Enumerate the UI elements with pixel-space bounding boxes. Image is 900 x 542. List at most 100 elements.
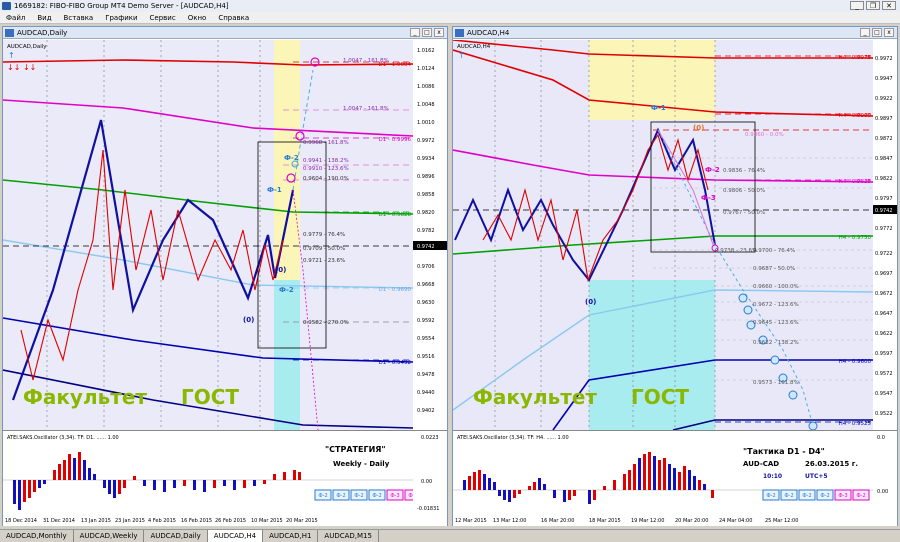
menu-insert[interactable]: Вставка xyxy=(58,12,100,23)
chart-caption-text: AUDCAD,H4 xyxy=(467,29,510,37)
wave-badge[interactable]: Ф-2 xyxy=(856,493,865,499)
date-tick: 13 Mar 12:00 xyxy=(493,518,526,524)
level-label: H4 - 0.9900 xyxy=(839,113,872,119)
date-tick: 20 Mar 20:00 xyxy=(675,518,708,524)
date-tick: 4 Feb 2015 xyxy=(148,518,176,524)
wave-badge[interactable]: Ф-2 xyxy=(802,493,811,499)
price-tick: 0.9922 xyxy=(875,96,893,102)
fib-label: 0.9604 - 190.0% xyxy=(303,176,349,182)
price-tick: 0.9872 xyxy=(875,136,893,142)
fib-label: 0.9687 - 50.0% xyxy=(753,266,795,272)
menu-tools[interactable]: Сервис xyxy=(144,12,182,23)
price-chart[interactable]: 1.0047 - 161.8% 1.0047 - 161.8% 0.9968 -… xyxy=(3,40,447,526)
price-chart[interactable]: 0.9860 - 0.0% 0.9836 - 76.4% 0.9806 - 50… xyxy=(453,40,897,526)
app-title: 1669182: FIBO-FIBO Group MT4 Demo Server… xyxy=(14,2,229,10)
date-tick: 20 Mar 2015 xyxy=(286,518,318,524)
tactic-timezone: UTC+5 xyxy=(805,473,828,480)
date-tick: 18 Mar 2015 xyxy=(589,518,621,524)
menu-file[interactable]: Файл xyxy=(0,12,31,23)
date-tick: 25 Mar 12:00 xyxy=(765,518,798,524)
wave-badge[interactable]: Ф-2 xyxy=(318,493,327,499)
menu-bar: Файл Вид Вставка Графики Сервис Окно Спр… xyxy=(0,12,900,24)
close-button[interactable]: ✕ xyxy=(882,1,896,10)
chart-tabs: AUDCAD,Monthly AUDCAD,Weekly AUDCAD,Dail… xyxy=(0,529,900,542)
wave-badge[interactable]: Ф-2 xyxy=(372,493,381,499)
wave-marker: Ф-2 xyxy=(279,286,294,294)
window-buttons: _ ❐ ✕ xyxy=(850,1,896,10)
wave-marker: Ф-2 xyxy=(705,166,720,174)
fib-label: 0.9645 - 123.6% xyxy=(753,320,799,326)
price-tick: 1.0162 xyxy=(417,48,435,54)
level-label: D1 - 1.0084 xyxy=(379,62,412,68)
app-icon xyxy=(2,2,11,10)
menu-view[interactable]: Вид xyxy=(31,12,57,23)
tab-h1[interactable]: AUDCAD,H1 xyxy=(263,530,319,542)
menu-window[interactable]: Окно xyxy=(182,12,213,23)
arrow-up-icon: ↑ xyxy=(458,51,465,60)
fib-label: 0.9968 - 161.8% xyxy=(303,140,349,146)
date-tick: 31 Dec 2014 xyxy=(43,518,75,524)
symbol-label: AUDCAD,Daily xyxy=(7,44,47,50)
fib-label: 0.9806 - 50.0% xyxy=(723,188,765,194)
tab-monthly[interactable]: AUDCAD,Monthly xyxy=(0,530,74,542)
chart-window-daily[interactable]: AUDCAD,Daily _ □ x 1.0047 - 161.8% 1.004… xyxy=(2,26,448,526)
price-tick: 0.9947 xyxy=(875,76,893,82)
wave-badge[interactable]: Ф-2 xyxy=(766,493,775,499)
price-tick: 0.9522 xyxy=(875,411,893,417)
fib-label: 0.9573 - 161.8% xyxy=(753,380,799,386)
wave-badge[interactable]: Ф-3 xyxy=(838,493,847,499)
price-tick: 0.9647 xyxy=(875,311,893,317)
level-label: H4 - 0.9750 xyxy=(839,235,872,241)
arrow-up-icon: ↑ xyxy=(8,51,15,60)
osc-tick: -0.01831 xyxy=(417,506,439,512)
title-bar: 1669182: FIBO-FIBO Group MT4 Demo Server… xyxy=(0,0,900,12)
fib-label: 0.9738 - 23.6% xyxy=(715,248,757,254)
price-tick: 0.9572 xyxy=(875,371,893,377)
watermark-text: Факультет xyxy=(473,385,597,409)
tab-m15[interactable]: AUDCAD,M15 xyxy=(318,530,379,542)
strategy-title: "СТРАТЕГИЯ" xyxy=(325,445,386,454)
price-tick: 0.9668 xyxy=(417,282,435,288)
price-tick: 0.9972 xyxy=(875,56,893,62)
menu-help[interactable]: Справка xyxy=(212,12,255,23)
level-label: H4 - 0.9525 xyxy=(839,421,872,427)
oscillator-label: ATEI.SAKS.Oscillator (3,34). TF: H4. ...… xyxy=(457,435,569,441)
fib-label: 0.9700 - 76.4% xyxy=(753,248,795,254)
maximize-button[interactable]: ❐ xyxy=(866,1,880,10)
price-tick: 0.9622 xyxy=(875,331,893,337)
wave-badge[interactable]: Ф-2 xyxy=(784,493,793,499)
wave-marker: (0) xyxy=(275,266,286,274)
tactic-time: 10:10 xyxy=(763,473,782,480)
price-tick: 0.9820 xyxy=(417,210,435,216)
price-tick: 0.9897 xyxy=(875,116,893,122)
wave-badge[interactable]: Ф-3 xyxy=(390,493,399,499)
tab-daily[interactable]: AUDCAD,Daily xyxy=(144,530,208,542)
maximize-button[interactable]: □ xyxy=(872,28,882,37)
maximize-button[interactable]: □ xyxy=(422,28,432,37)
price-tick: 1.0124 xyxy=(417,66,435,72)
wave-badge[interactable]: Ф-2 xyxy=(354,493,363,499)
wave-badge[interactable]: Ф-2 xyxy=(336,493,345,499)
wave-badge[interactable]: Ф-2 xyxy=(820,493,829,499)
level-label: H4 - 0.9975 xyxy=(839,55,872,61)
close-button[interactable]: x xyxy=(434,28,444,37)
minimize-button[interactable]: _ xyxy=(860,28,870,37)
fib-label: 0.9672 - 123.6% xyxy=(753,302,799,308)
tab-h4[interactable]: AUDCAD,H4 xyxy=(207,530,264,542)
minimize-button[interactable]: _ xyxy=(410,28,420,37)
price-tick: 0.9782 xyxy=(417,228,435,234)
osc-tick: 0.00 xyxy=(421,479,432,485)
fib-label: 0.9582 - 270.0% xyxy=(303,320,349,326)
minimize-button[interactable]: _ xyxy=(850,1,864,10)
chart-window-h4[interactable]: AUDCAD,H4 _ □ x 0.9860 - 0.0% 0.9836 - 7… xyxy=(452,26,898,526)
tab-weekly[interactable]: AUDCAD,Weekly xyxy=(74,530,145,542)
fib-label: 0.9860 - 0.0% xyxy=(745,132,784,138)
wave-marker: Ф-2 xyxy=(284,154,299,162)
arrow-down-icon: ↓↓ ↓↓ xyxy=(7,63,36,72)
tactic-date: 26.03.2015 г. xyxy=(805,460,858,468)
level-label: D1 - 0.9828 xyxy=(379,212,412,218)
fib-label: 0.9779 - 76.4% xyxy=(303,232,345,238)
close-button[interactable]: x xyxy=(884,28,894,37)
menu-charts[interactable]: Графики xyxy=(99,12,143,23)
wave-marker: Ф-1 xyxy=(651,104,666,112)
